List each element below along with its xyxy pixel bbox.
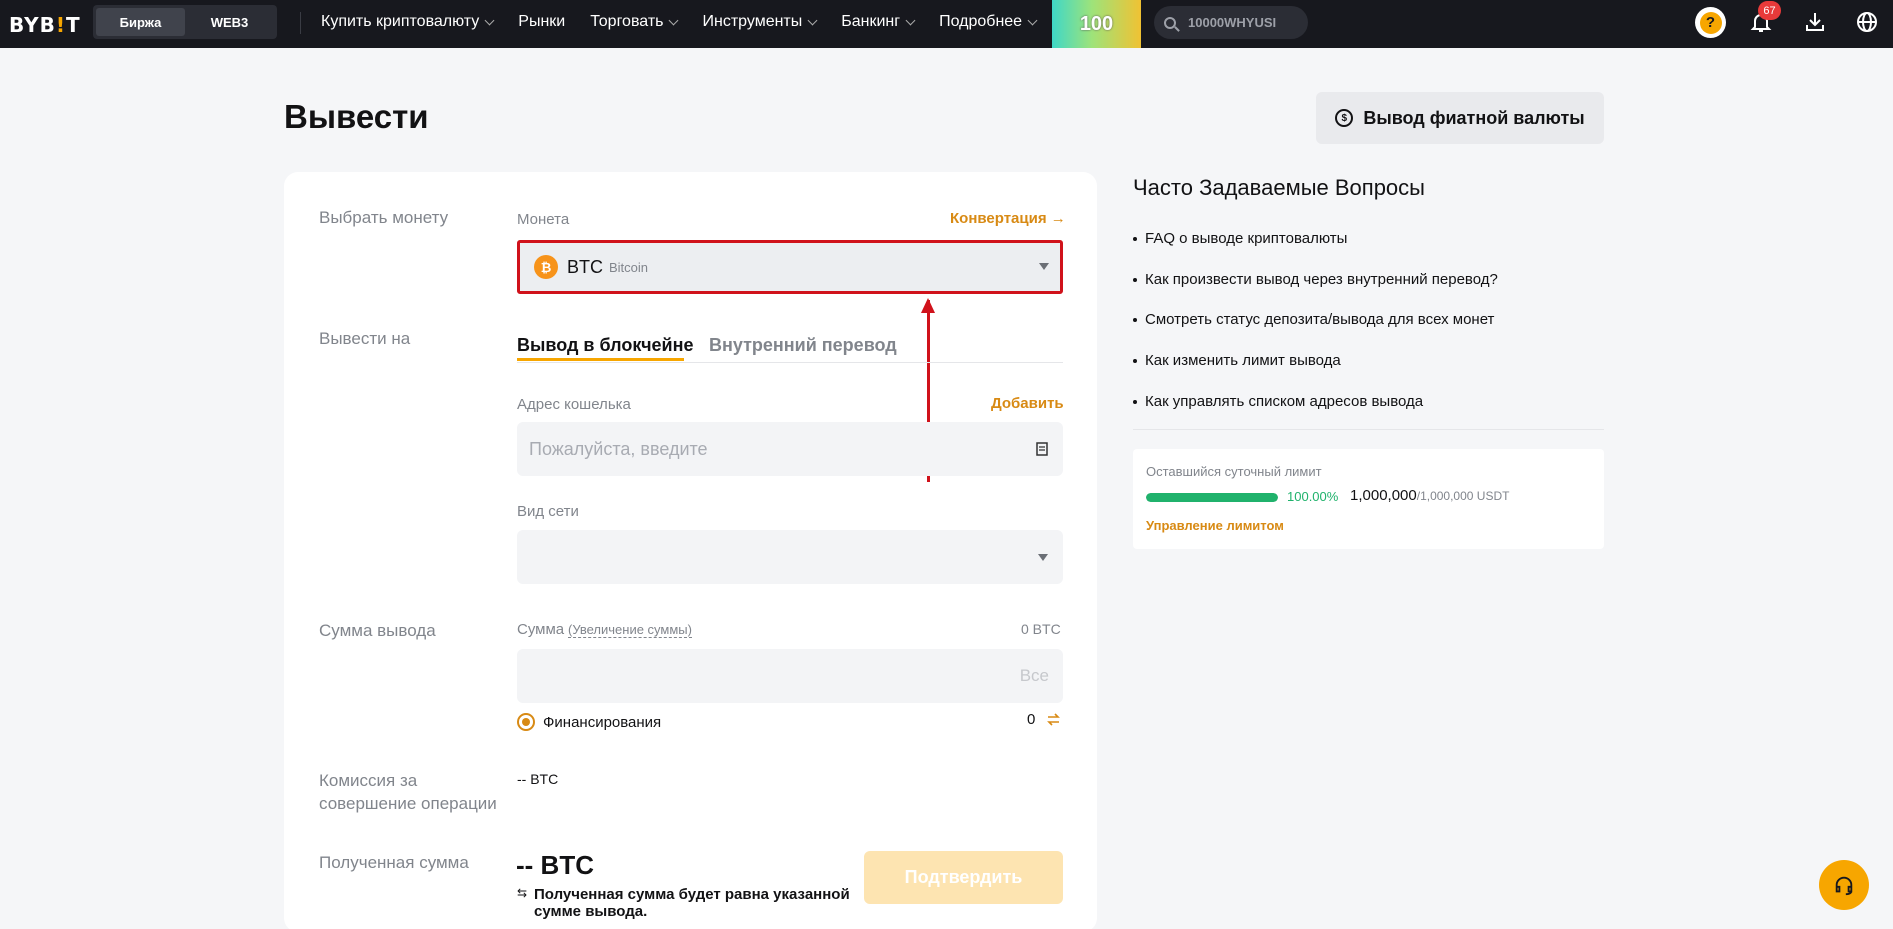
amount-label: Сумма [517, 621, 565, 638]
funding-label: Финансирования [543, 714, 662, 731]
faq-item[interactable]: FAQ о выводе криптовалюты [1133, 230, 1347, 247]
wallet-address-label: Адрес кошелька [517, 396, 631, 413]
headset-icon [1835, 876, 1853, 896]
faq-item[interactable]: Как управлять списком адресов вывода [1133, 393, 1423, 410]
faq-item[interactable]: Как произвести вывод через внутренний пе… [1133, 271, 1498, 288]
caret-down-icon [1038, 554, 1048, 561]
daily-limit-values: 1,000,000/1,000,000 USDT [1350, 487, 1510, 504]
menu-more[interactable]: Подробнее [939, 13, 1038, 31]
fee-value: -- BTC [517, 771, 559, 787]
avatar[interactable]: ? [1695, 7, 1726, 38]
menu-tools[interactable]: Инструменты [702, 13, 818, 31]
received-amount-label: Полученная сумма [319, 853, 469, 872]
fiat-withdraw-button[interactable]: $ Вывод фиатной валюты [1316, 92, 1604, 144]
coin-select[interactable]: ₿ BTC Bitcoin [517, 240, 1063, 294]
bullet-icon [1133, 399, 1137, 404]
network-label: Вид сети [517, 503, 579, 520]
chevron-down-icon [1027, 15, 1038, 25]
withdraw-to-label: Вывести на [319, 329, 411, 348]
segment-web3[interactable]: WEB3 [185, 8, 274, 36]
bullet-icon [1133, 236, 1137, 241]
active-tab-indicator [517, 358, 684, 361]
daily-limit-progress-fill [1146, 493, 1278, 502]
fee-label-line1: Комиссия за [319, 771, 418, 790]
download-icon[interactable] [1803, 10, 1827, 34]
chevron-down-icon [484, 15, 495, 25]
top-navbar: BYB!T Биржа WEB3 Купить криптовалюту Рын… [0, 0, 1893, 48]
main-menu: Купить криптовалюту Рынки Торговать Инст… [321, 0, 1061, 44]
manage-limit-link[interactable]: Управление лимитом [1146, 518, 1284, 533]
search-input[interactable]: 10000WHYUSI [1154, 6, 1308, 39]
received-note: Полученная сумма будет равна указанной с… [534, 886, 850, 920]
swap-icon[interactable] [1046, 712, 1061, 727]
swap-arrows-icon: ⇆ [517, 886, 528, 900]
nav-divider [300, 12, 301, 34]
chevron-down-icon [905, 15, 916, 25]
amount-section-label: Сумма вывода [319, 621, 436, 640]
bullet-icon [1133, 277, 1137, 282]
bitcoin-icon: ₿ [534, 255, 558, 279]
daily-limit-title: Оставшийся суточный лимит [1146, 464, 1322, 479]
faq-item[interactable]: Смотреть статус депозита/вывода для всех… [1133, 311, 1494, 328]
chevron-down-icon [669, 15, 679, 25]
select-coin-label: Выбрать монету [319, 208, 449, 227]
funding-radio[interactable] [517, 713, 535, 731]
confirm-button[interactable]: Подтвердить [864, 851, 1063, 904]
currency-exchange-icon: $ [1335, 109, 1354, 127]
segment-exchange[interactable]: Биржа [96, 8, 185, 36]
notifications-badge: 67 [1758, 1, 1781, 20]
chevron-down-icon [807, 15, 818, 25]
coin-symbol: BTC [567, 256, 603, 277]
received-amount-value: -- BTC [516, 850, 594, 880]
wallet-address-input[interactable]: Пожалуйста, введите [517, 422, 1063, 476]
available-amount: 0 BTC [1021, 621, 1061, 637]
exchange-web3-switch: Биржа WEB3 [93, 5, 277, 39]
faq-item[interactable]: Как изменить лимит вывода [1133, 352, 1341, 369]
bybit-logo[interactable]: BYB!T [9, 13, 81, 37]
globe-icon[interactable] [1855, 10, 1879, 34]
page-title: Вывести [284, 98, 429, 135]
menu-buy-crypto[interactable]: Купить криптовалюту [321, 13, 495, 31]
tabs-divider [517, 362, 1063, 363]
tab-onchain[interactable]: Вывод в блокчейне [517, 335, 694, 356]
faq-title: Часто Задаваемые Вопросы [1133, 175, 1425, 200]
search-text: 10000WHYUSI [1188, 15, 1277, 30]
amount-input[interactable]: Все [517, 649, 1063, 703]
bullet-icon [1133, 358, 1137, 363]
convert-link[interactable]: Конвертация → [950, 210, 1066, 227]
address-book-icon[interactable] [1036, 442, 1048, 456]
caret-down-icon [1039, 263, 1049, 270]
faq-divider [1133, 429, 1604, 430]
menu-markets[interactable]: Рынки [518, 13, 565, 31]
fee-label-line2: совершение операции [319, 794, 497, 813]
menu-banking[interactable]: Банкинг [841, 13, 916, 31]
all-button[interactable]: Все [1020, 666, 1049, 686]
funding-value: 0 [1027, 711, 1036, 728]
network-select[interactable] [517, 530, 1063, 584]
daily-limit-percent: 100.00% [1287, 489, 1339, 504]
daily-limit-progress [1146, 493, 1278, 502]
coin-name: Bitcoin [609, 259, 649, 275]
support-chat-button[interactable] [1819, 860, 1869, 910]
increase-amount-link[interactable]: (Увеличение суммы) [568, 622, 692, 638]
add-address-link[interactable]: Добавить [991, 395, 1064, 412]
tab-internal-transfer[interactable]: Внутренний перевод [709, 335, 897, 356]
promo-banner[interactable]: 100 [1052, 0, 1141, 48]
menu-trade[interactable]: Торговать [590, 13, 679, 31]
search-icon [1164, 16, 1176, 29]
bullet-icon [1133, 317, 1137, 322]
coin-field-label: Монета [517, 211, 570, 228]
